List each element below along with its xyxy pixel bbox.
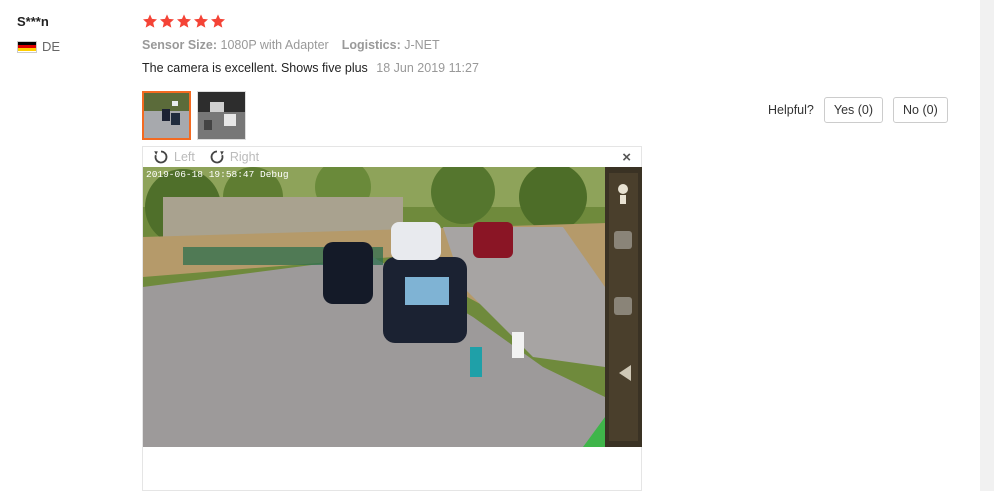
color-photo-thumbnail <box>144 93 189 138</box>
review-image-thumbnails <box>142 91 246 140</box>
cctv-yard-photo: 2019-06-18 19:58:47 Debug <box>143 167 642 447</box>
reviewer-info: S***n DE <box>17 14 60 54</box>
image-viewer: Left Right × 2019-06-18 19:58:47 Debug <box>142 146 642 491</box>
photo-timestamp-overlay: 2019-06-18 19:58:47 Debug <box>146 169 289 180</box>
rotate-right-label: Right <box>229 150 260 164</box>
country-code: DE <box>42 39 61 54</box>
helpful-label: Helpful? <box>768 103 814 117</box>
close-icon[interactable]: × <box>622 149 631 166</box>
review-comment: The camera is excellent. Shows five plus… <box>142 61 962 75</box>
page-scroll-gutter <box>980 0 994 491</box>
night-photo-thumbnail <box>198 92 245 139</box>
review-text: The camera is excellent. Shows five plus <box>142 61 368 75</box>
image-viewer-toolbar: Left Right × <box>143 147 641 167</box>
attribute-logistics: Logistics: J-NET <box>341 38 440 52</box>
star-icon <box>143 14 157 28</box>
star-icon <box>194 14 208 28</box>
helpful-voting: Helpful? Yes (0) No (0) <box>768 97 948 123</box>
star-icon <box>177 14 191 28</box>
rotate-left-label: Left <box>174 150 195 164</box>
reviewer-name: S***n <box>17 14 49 29</box>
helpful-no-button[interactable]: No (0) <box>893 97 948 123</box>
star-icon <box>211 14 225 28</box>
rotate-left-button[interactable]: Left <box>153 149 195 165</box>
rotate-left-icon <box>154 150 168 164</box>
thumbnail-image-1[interactable] <box>142 91 191 140</box>
rotate-right-icon <box>210 150 224 164</box>
thumbnail-image-2[interactable] <box>197 91 246 140</box>
germany-flag-icon <box>17 40 37 53</box>
reviewer-country: DE <box>17 39 60 54</box>
review-date: 18 Jun 2019 11:27 <box>376 61 479 75</box>
rotate-right-button[interactable]: Right <box>209 149 259 165</box>
review-body: Sensor Size: 1080P with Adapter Logistic… <box>142 13 962 75</box>
helpful-yes-button[interactable]: Yes (0) <box>823 97 884 123</box>
review-photo: 2019-06-18 19:58:47 Debug <box>143 167 642 447</box>
star-icon <box>160 14 174 28</box>
star-rating <box>142 13 962 29</box>
product-attributes: Sensor Size: 1080P with Adapter Logistic… <box>142 38 962 52</box>
attribute-sensor-size: Sensor Size: 1080P with Adapter <box>142 38 329 52</box>
